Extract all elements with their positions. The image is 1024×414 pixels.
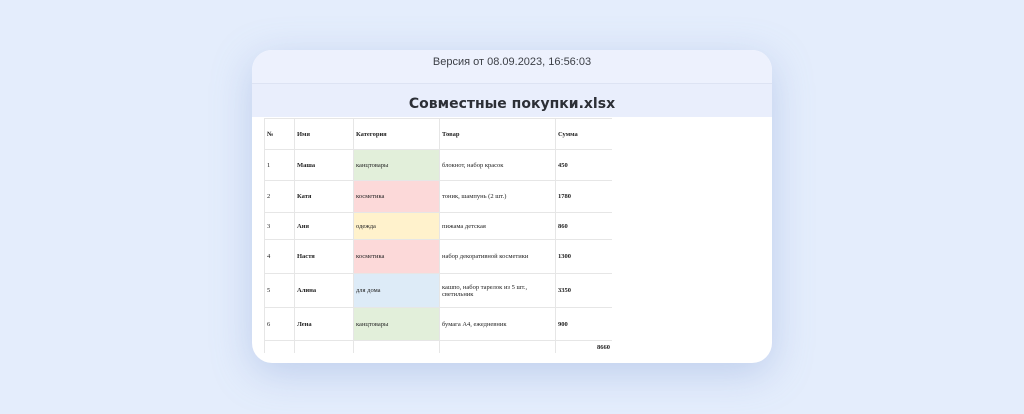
spreadsheet-preview: № Имя Категория Товар Сумма 1 Маша канцтов… [264,118,764,353]
row-number: 3 [264,212,295,240]
header-item: Товар [439,118,556,150]
row-item: набор декоративной косметики [439,239,556,274]
row-sum: 900 [555,307,612,341]
row-item: бумага А4, ежедневник [439,307,556,341]
row-number: 5 [264,273,295,308]
header-sum: Сумма [555,118,612,150]
header-category: Категория [353,118,440,150]
row-sum: 860 [555,212,612,240]
table-row: 6 Лена канцтовары бумага А4, ежедневник 900 [264,307,612,341]
row-item: кашпо, набор тарелок из 5 шт., светильни… [439,273,556,308]
file-preview-card: Версия от 08.09.2023, 16:56:03 Совместны… [252,50,772,363]
row-name: Лена [294,307,354,341]
row-item: тоник, шампунь (2 шт.) [439,180,556,213]
purchases-table: № Имя Категория Товар Сумма 1 Маша канцтов… [264,118,612,353]
row-sum: 1780 [555,180,612,213]
file-title: Совместные покупки.xlsx [252,84,772,117]
table-row: 1 Маша канцтовары блокнот, набор красок 450 [264,149,612,181]
version-label: Версия от 08.09.2023, 16:56:03 [252,50,772,84]
table-total-row: 8660 [264,340,612,353]
row-category: одежда [353,212,440,240]
empty-cell [439,340,556,353]
table-row: 5 Алина для дома кашпо, набор тарелок из 5 … [264,273,612,308]
row-number: 4 [264,239,295,274]
total-sum: 8660 [555,340,612,353]
table-header-row: № Имя Категория Товар Сумма [264,118,612,150]
table-row: 3 Аня одежда пижама детская 860 [264,212,612,240]
row-item: блокнот, набор красок [439,149,556,181]
row-sum: 3350 [555,273,612,308]
row-name: Алина [294,273,354,308]
header-number: № [264,118,295,150]
row-name: Катя [294,180,354,213]
row-number: 1 [264,149,295,181]
row-category: косметика [353,239,440,274]
row-sum: 450 [555,149,612,181]
row-number: 6 [264,307,295,341]
empty-cell [264,340,295,353]
row-category: канцтовары [353,149,440,181]
row-number: 2 [264,180,295,213]
row-name: Маша [294,149,354,181]
empty-cell [294,340,354,353]
empty-cell [353,340,440,353]
row-item: пижама детская [439,212,556,240]
row-category: для дома [353,273,440,308]
table-row: 2 Катя косметика тоник, шампунь (2 шт.) 1780 [264,180,612,213]
row-name: Аня [294,212,354,240]
header-name: Имя [294,118,354,150]
row-category: канцтовары [353,307,440,341]
row-name: Настя [294,239,354,274]
row-category: косметика [353,180,440,213]
table-row: 4 Настя косметика набор декоративной космет… [264,239,612,274]
row-sum: 1300 [555,239,612,274]
